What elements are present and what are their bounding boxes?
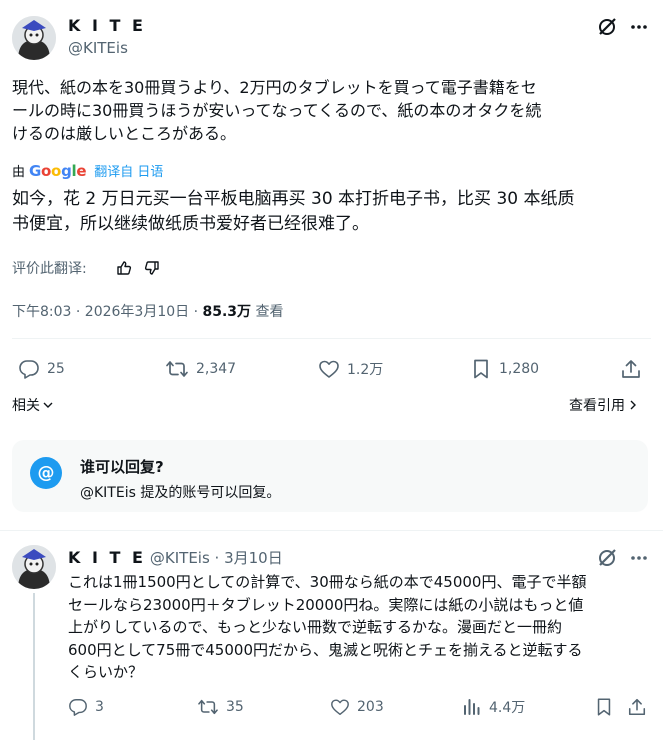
thread-line (33, 593, 35, 740)
rate-translation-label: 评价此翻译: (12, 261, 87, 277)
share-button[interactable] (620, 358, 649, 380)
reply-text: これは1冊1500円としての計算で、30冊なら紙の本で45000円、電子で半額 … (68, 571, 658, 684)
analytics-icon (464, 699, 480, 715)
chevron-down-icon (43, 402, 53, 408)
view-quotes-link[interactable]: 查看引用 (569, 395, 638, 415)
grok-icon[interactable] (596, 547, 618, 569)
tweet-time[interactable]: 下午8:03 · 2026年3月10日 · (12, 304, 203, 320)
reply-text-line: これは1冊1500円としての計算で、30冊なら紙の本で45000円、電子で半額 (68, 573, 587, 591)
tweet-text-original: 現代、紙の本を30冊買うより、2万円のタブレットを買って電子書籍をセ ールの時に… (12, 76, 657, 145)
reply-author-name[interactable]: K I T E (68, 548, 146, 567)
retweet-icon (198, 699, 218, 715)
reply-icon (19, 360, 39, 379)
like-button[interactable]: 1.2万 (318, 358, 383, 380)
bookmark-icon (474, 359, 488, 379)
bookmark-button[interactable]: 1,280 (470, 358, 539, 380)
divider (12, 338, 651, 339)
reply-like-count: 203 (357, 699, 384, 715)
view-quotes-label: 查看引用 (569, 398, 625, 414)
retweet-icon (166, 361, 188, 377)
reply-button[interactable]: 25 (18, 358, 65, 380)
author-name[interactable]: K I T E (68, 16, 146, 35)
reply-text-line: くらいか？ (68, 663, 144, 681)
reply-bookmark-button[interactable] (594, 697, 621, 717)
related-label: 相关 (12, 398, 40, 414)
bookmark-count: 1,280 (499, 361, 540, 377)
tweet-text-line: 現代、紙の本を30冊買うより、2万円のタブレットを買って電子書籍をセ (12, 78, 537, 97)
view-count: 85.3万 (202, 304, 252, 320)
reply-avatar[interactable] (12, 545, 56, 589)
grok-icon[interactable] (596, 16, 618, 38)
avatar-image (12, 545, 56, 589)
retweet-count: 2,347 (196, 361, 237, 377)
reply-restriction-title: 谁可以回复? (80, 458, 164, 476)
bookmark-icon (597, 698, 611, 716)
reply-reply-count: 3 (95, 699, 104, 715)
reply-views-button[interactable]: 4.4万 (462, 697, 525, 717)
tweet-text-line: 书便宜，所以继续做纸质书爱好者已经很难了。 (12, 214, 369, 234)
divider (0, 530, 663, 531)
translated-from-link[interactable]: 翻译自 日语 (94, 161, 163, 180)
retweet-button[interactable]: 2,347 (165, 358, 236, 380)
translation-attribution: 由 Google 翻译自 日语 (12, 161, 163, 181)
thumbs-down-icon[interactable] (141, 257, 163, 279)
related-dropdown[interactable]: 相关 (12, 395, 54, 415)
reply-count: 25 (47, 361, 65, 377)
reply-like-button[interactable]: 203 (330, 697, 384, 717)
share-icon (622, 360, 640, 378)
reply-retweet-count: 35 (226, 699, 244, 715)
more-icon[interactable] (628, 16, 650, 38)
reply-icon (69, 699, 87, 716)
avatar[interactable] (12, 16, 56, 60)
tweet-text-line: けるのは厳しいところがある。 (12, 124, 237, 143)
reply-header: K I T E @KITEis · 3月10日 (68, 547, 283, 568)
google-logo: Google (29, 161, 87, 180)
author-handle[interactable]: @KITEis (68, 39, 128, 57)
thumbs-up-icon[interactable] (113, 257, 135, 279)
reply-restriction-desc: @KITEis 提及的账号可以回复。 (80, 485, 281, 501)
tweet-timestamp: 下午8:03 · 2026年3月10日 · 85.3万 查看 (12, 301, 284, 321)
reply-text-line: 上がりしているので、もっと少ない冊数で逆転するかな。漫画だと一冊約 (68, 618, 562, 636)
reply-reply-button[interactable]: 3 (68, 697, 104, 717)
more-icon[interactable] (628, 547, 650, 569)
tweet-text-line: 如今，花 2 万日元买一台平板电脑再买 30 本打折电子书，比买 30 本纸质 (12, 189, 575, 209)
mention-icon: @ (30, 457, 62, 489)
chevron-right-icon (630, 400, 636, 410)
reply-view-count: 4.4万 (489, 700, 526, 716)
reply-text-line: セールなら23000円＋タブレット20000円ね。実際には紙の小説はもっと値 (68, 595, 584, 614)
share-icon (628, 698, 646, 716)
reply-text-line: 600円として75冊で45000円だから、鬼滅と呪術とチェを揃えると逆転する (68, 640, 583, 659)
reply-meta[interactable]: @KITEis · 3月10日 (150, 547, 283, 568)
by-label: 由 (12, 165, 26, 180)
reply-share-button[interactable] (627, 697, 654, 717)
tweet-text-line: ールの時に30冊買うほうが安いってなってくるので、紙の本のオタクを続 (12, 101, 542, 120)
like-count: 1.2万 (347, 362, 384, 378)
avatar-image (12, 16, 56, 60)
reply-retweet-button[interactable]: 35 (197, 697, 244, 717)
heart-icon (319, 360, 339, 378)
reply-restriction-panel: @ 谁可以回复? @KITEis 提及的账号可以回复。 (12, 440, 648, 512)
heart-icon (331, 699, 349, 715)
tweet-text-translated: 如今，花 2 万日元买一台平板电脑再买 30 本打折电子书，比买 30 本纸质 … (12, 187, 657, 237)
view-label: 查看 (251, 304, 284, 320)
